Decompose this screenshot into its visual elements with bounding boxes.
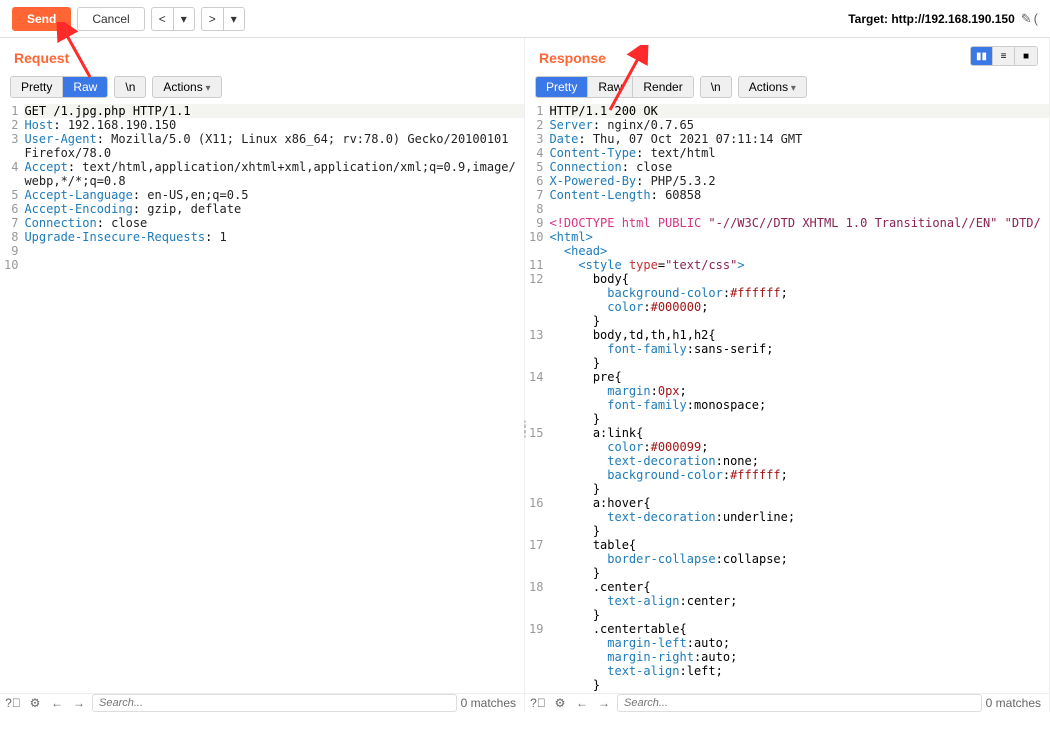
history-back-group: < ▾ (151, 7, 195, 31)
layout-switch: ▮▮ ≡ ■ (970, 46, 1038, 66)
request-tabs: Pretty Raw \n Actions (0, 76, 524, 104)
edit-target-icon[interactable]: ✎ (1021, 11, 1032, 27)
prev-icon[interactable]: ← (573, 694, 591, 712)
tab-nl[interactable]: \n (700, 76, 732, 98)
tab-nl[interactable]: \n (114, 76, 146, 98)
actions-menu[interactable]: Actions (152, 76, 221, 98)
history-fwd-button[interactable]: > (201, 7, 223, 31)
response-footer: ?⃝ ⚙ ← → 0 matches (525, 693, 1049, 712)
match-count: 0 matches (461, 696, 516, 710)
request-title: Request (0, 38, 524, 76)
response-tabs: Pretty Raw Render \n Actions (525, 76, 1049, 104)
prev-icon[interactable]: ← (48, 694, 66, 712)
tab-pretty[interactable]: Pretty (536, 77, 588, 97)
topbar: Send Cancel < ▾ > ▾ Target: http://192.1… (0, 0, 1050, 38)
response-panel: Response Pretty Raw Render \n Actions 1H… (525, 38, 1050, 712)
request-panel: Request Pretty Raw \n Actions 1GET /1.jp… (0, 38, 525, 712)
send-button[interactable]: Send (12, 7, 71, 31)
help-icon[interactable]: ?⃝ (4, 694, 22, 712)
target-extra-icon[interactable]: ( (1034, 11, 1038, 26)
tab-raw[interactable]: Raw (63, 77, 107, 97)
history-back-button[interactable]: < (151, 7, 173, 31)
tab-pretty[interactable]: Pretty (11, 77, 63, 97)
history-fwd-group: > ▾ (201, 7, 245, 31)
next-icon[interactable]: → (70, 694, 88, 712)
search-input[interactable] (92, 694, 457, 712)
request-editor[interactable]: 1GET /1.jpg.php HTTP/1.12Host: 192.168.1… (0, 104, 524, 693)
cancel-button[interactable]: Cancel (77, 7, 144, 31)
splitter-grip[interactable]: ⋮⋮ (517, 426, 531, 434)
target-label: Target: http://192.168.190.150 (848, 12, 1015, 26)
tab-raw[interactable]: Raw (588, 77, 633, 97)
history-back-dropdown[interactable]: ▾ (173, 7, 195, 31)
match-count: 0 matches (986, 696, 1041, 710)
layout-single-button[interactable]: ■ (1015, 47, 1037, 65)
search-input[interactable] (617, 694, 982, 712)
tab-render[interactable]: Render (633, 77, 692, 97)
layout-rows-button[interactable]: ≡ (993, 47, 1015, 65)
actions-menu[interactable]: Actions (738, 76, 807, 98)
help-icon[interactable]: ?⃝ (529, 694, 547, 712)
request-response-columns: ▮▮ ≡ ■ Request Pretty Raw \n Actions 1GE… (0, 38, 1050, 712)
next-icon[interactable]: → (595, 694, 613, 712)
gear-icon[interactable]: ⚙ (26, 694, 44, 712)
history-fwd-dropdown[interactable]: ▾ (223, 7, 245, 31)
response-editor[interactable]: 1HTTP/1.1 200 OK2Server: nginx/0.7.653Da… (525, 104, 1049, 693)
layout-columns-button[interactable]: ▮▮ (971, 47, 993, 65)
request-footer: ?⃝ ⚙ ← → 0 matches (0, 693, 524, 712)
gear-icon[interactable]: ⚙ (551, 694, 569, 712)
